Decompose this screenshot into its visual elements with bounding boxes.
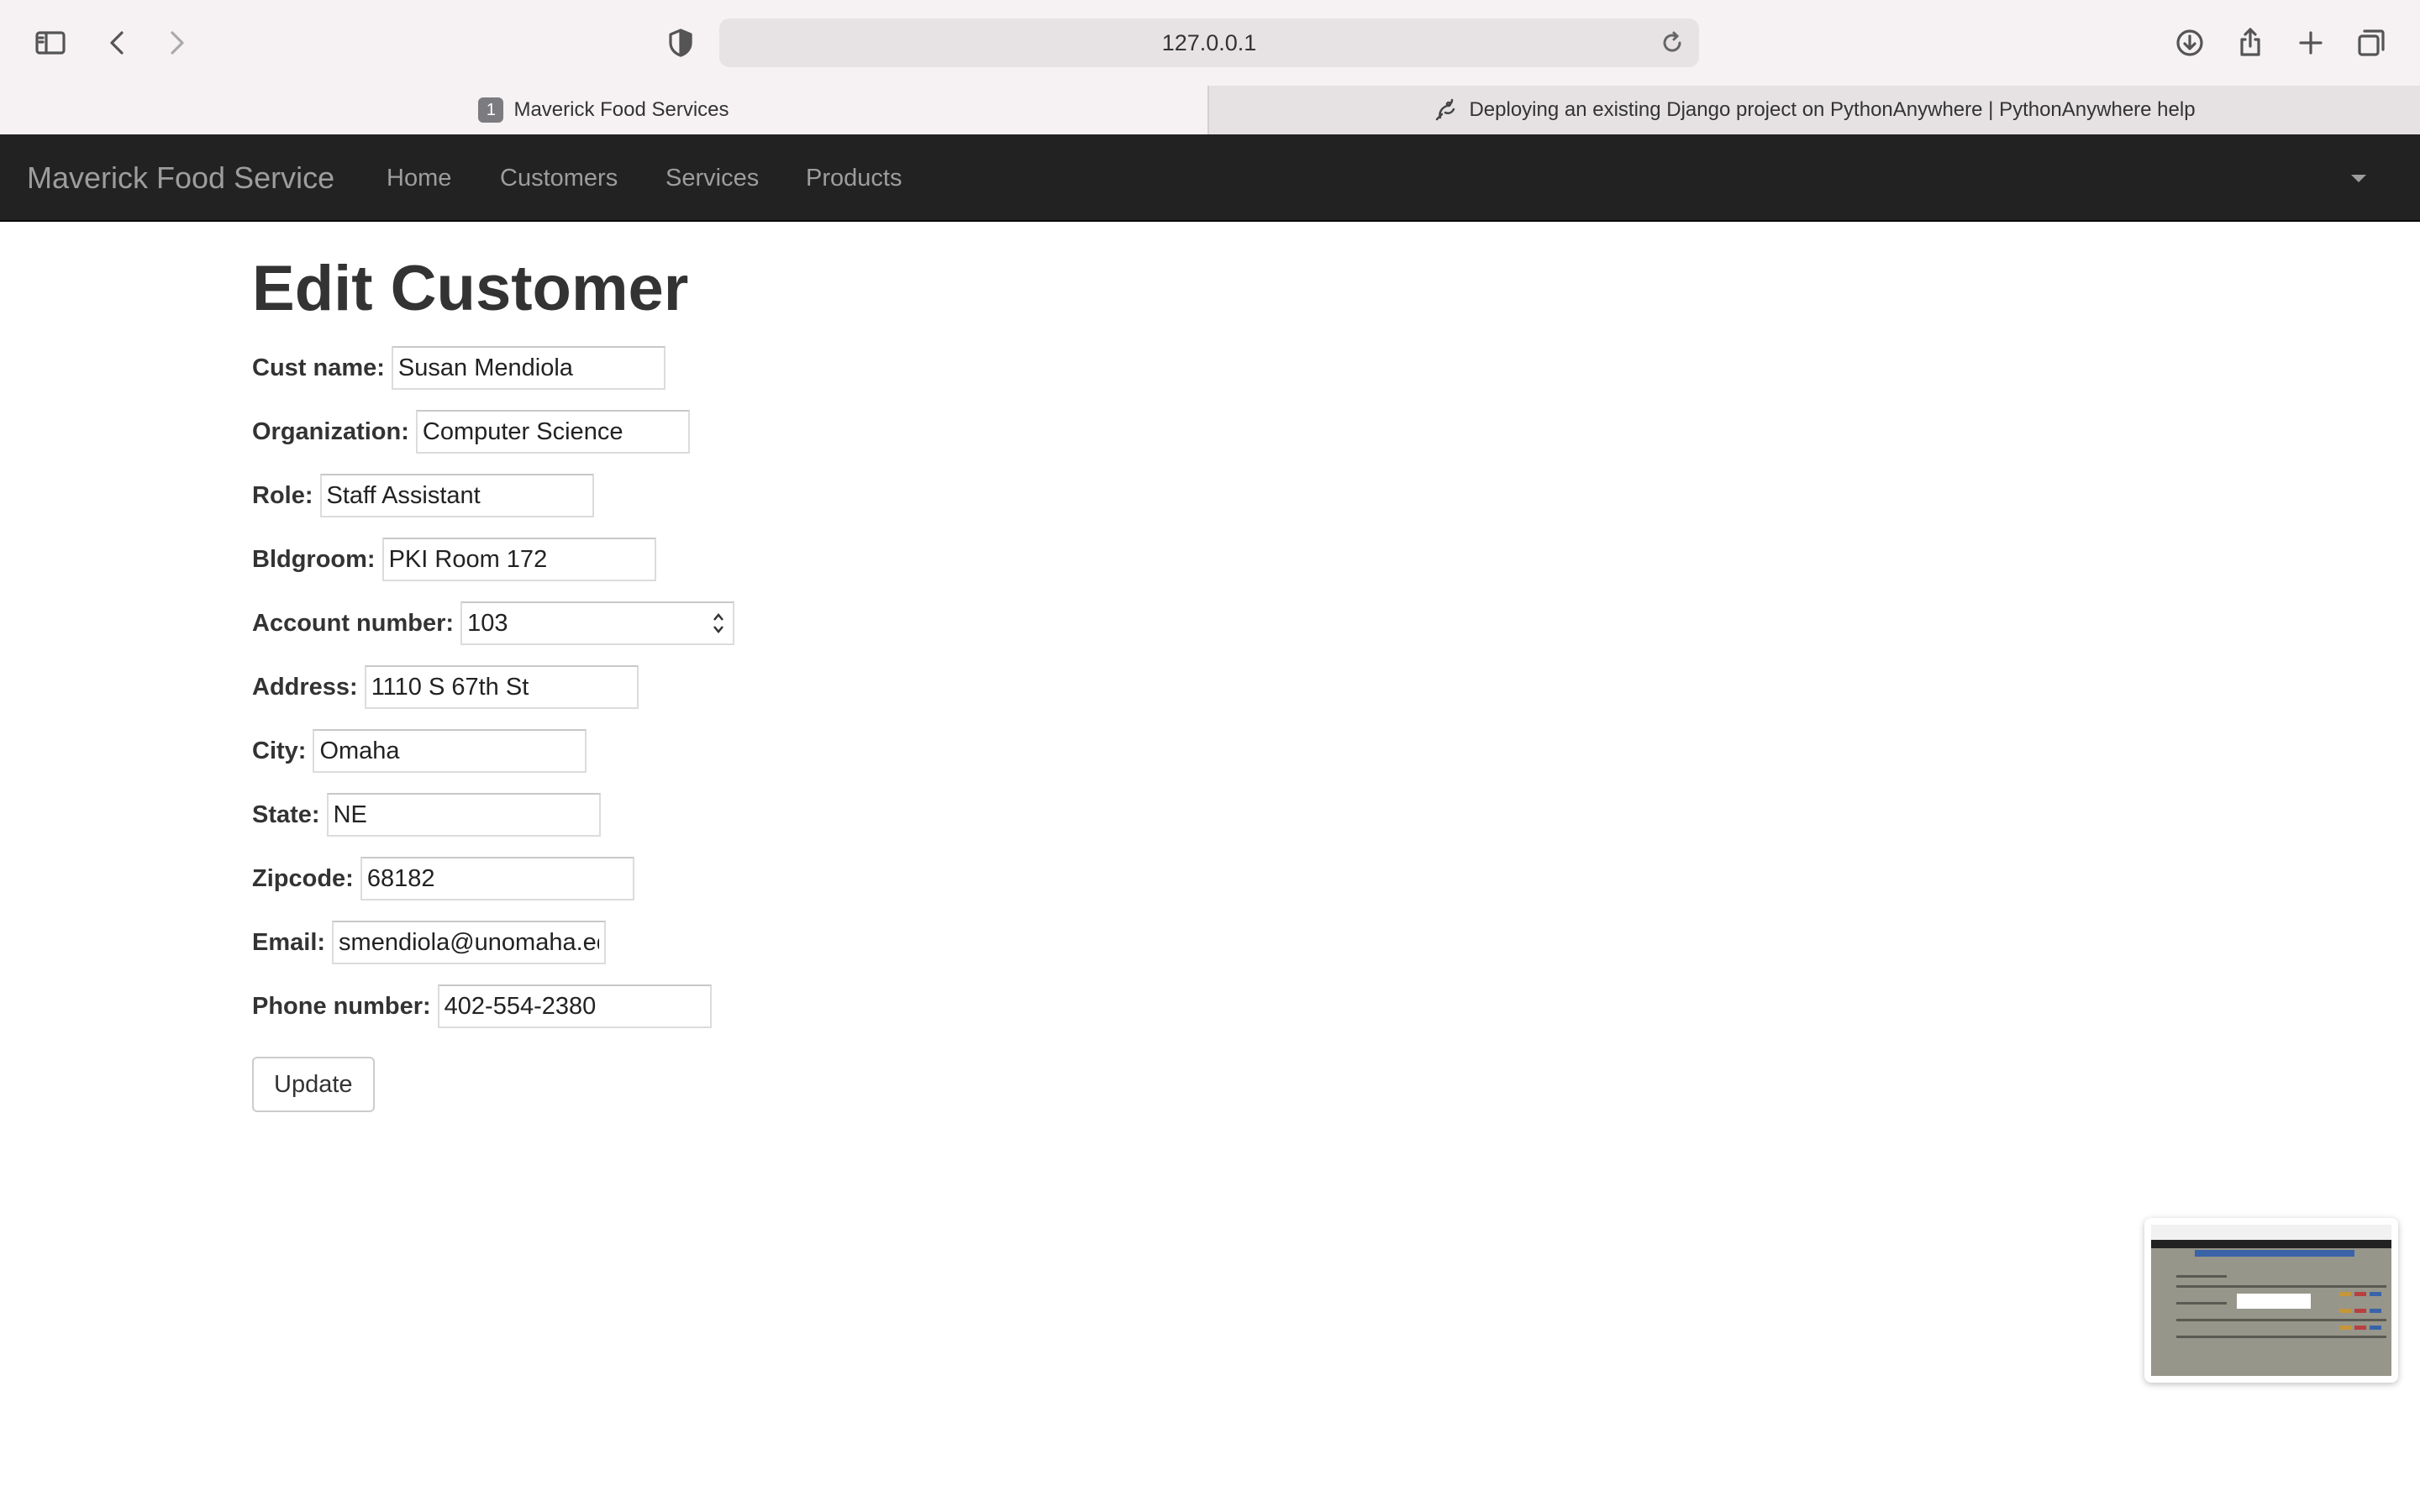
nav-item-customers[interactable]: Customers xyxy=(500,134,618,222)
email-label: Email: xyxy=(252,928,326,956)
reload-icon[interactable] xyxy=(1657,28,1687,58)
edit-customer-form: Edit Customer Cust name: Organization: R… xyxy=(252,249,735,1112)
url-text: 127.0.0.1 xyxy=(1161,30,1257,55)
window-thumbnail[interactable] xyxy=(2144,1218,2398,1383)
forward-icon[interactable] xyxy=(155,21,198,65)
account-number-wrapper xyxy=(460,601,735,645)
navbar: Maverick Food Service Home Customers Ser… xyxy=(0,134,2420,222)
bldgroom-label: Bldgroom: xyxy=(252,545,376,573)
organization-input[interactable] xyxy=(415,410,690,454)
tab-maverick-food-services[interactable]: 1 Maverick Food Services xyxy=(0,86,1207,134)
role-input[interactable] xyxy=(319,474,594,517)
phone-number-label: Phone number: xyxy=(252,992,431,1020)
sidebar-toggle-icon[interactable] xyxy=(29,21,72,65)
role-label: Role: xyxy=(252,481,313,509)
field-row-phone-number: Phone number: xyxy=(252,974,734,1038)
address-label: Address: xyxy=(252,673,358,701)
update-button[interactable]: Update xyxy=(252,1057,375,1112)
city-label: City: xyxy=(252,737,307,764)
zipcode-label: Zipcode: xyxy=(252,864,354,892)
email-input[interactable] xyxy=(332,921,607,964)
state-input[interactable] xyxy=(326,793,601,837)
pythonanywhere-favicon-icon xyxy=(1434,97,1459,123)
share-icon[interactable] xyxy=(2228,21,2272,65)
tab-pythonanywhere-help[interactable]: Deploying an existing Django project on … xyxy=(1207,86,2420,134)
navbar-brand[interactable]: Maverick Food Service xyxy=(27,134,334,222)
field-row-city: City: xyxy=(252,719,734,783)
address-bar[interactable]: 127.0.0.1 xyxy=(719,18,1699,67)
downloads-icon[interactable] xyxy=(2168,21,2212,65)
organization-label: Organization: xyxy=(252,417,409,445)
nav-item-home[interactable]: Home xyxy=(387,134,451,222)
field-row-zipcode: Zipcode: xyxy=(252,847,734,911)
back-icon[interactable] xyxy=(96,21,139,65)
field-row-cust-name: Cust name: xyxy=(252,336,734,400)
nav-item-services[interactable]: Services xyxy=(666,134,759,222)
thumbnail-preview-image xyxy=(2151,1225,2391,1376)
account-number-input[interactable] xyxy=(460,601,735,645)
field-row-state: State: xyxy=(252,783,734,847)
cust-name-label: Cust name: xyxy=(252,354,385,381)
number-stepper-icon[interactable] xyxy=(709,608,728,638)
nav-item-products[interactable]: Products xyxy=(806,134,902,222)
phone-number-input[interactable] xyxy=(437,984,712,1028)
tab-overview-icon[interactable] xyxy=(2349,21,2393,65)
field-row-bldgroom: Bldgroom: xyxy=(252,528,734,591)
privacy-shield-icon[interactable] xyxy=(659,21,702,65)
tab-title: Maverick Food Services xyxy=(513,98,729,121)
state-label: State: xyxy=(252,801,320,828)
cust-name-input[interactable] xyxy=(391,346,666,390)
field-row-role: Role: xyxy=(252,464,734,528)
field-row-email: Email: xyxy=(252,911,734,974)
browser-toolbar: 127.0.0.1 xyxy=(0,0,2420,86)
tab-title: Deploying an existing Django project on … xyxy=(1469,98,2196,121)
city-input[interactable] xyxy=(313,729,587,773)
caret-down-icon[interactable] xyxy=(2351,175,2366,182)
tab-strip: 1 Maverick Food Services Deploying an ex… xyxy=(0,86,2420,134)
account-number-label: Account number: xyxy=(252,609,455,637)
new-tab-icon[interactable] xyxy=(2289,21,2333,65)
field-row-address: Address: xyxy=(252,655,734,719)
field-row-account-number: Account number: xyxy=(252,591,735,655)
zipcode-input[interactable] xyxy=(360,857,634,900)
address-input[interactable] xyxy=(364,665,639,709)
tab-number-badge: 1 xyxy=(478,97,504,123)
field-row-organization: Organization: xyxy=(252,400,734,464)
page-title: Edit Customer xyxy=(252,253,689,324)
bldgroom-input[interactable] xyxy=(381,538,656,581)
